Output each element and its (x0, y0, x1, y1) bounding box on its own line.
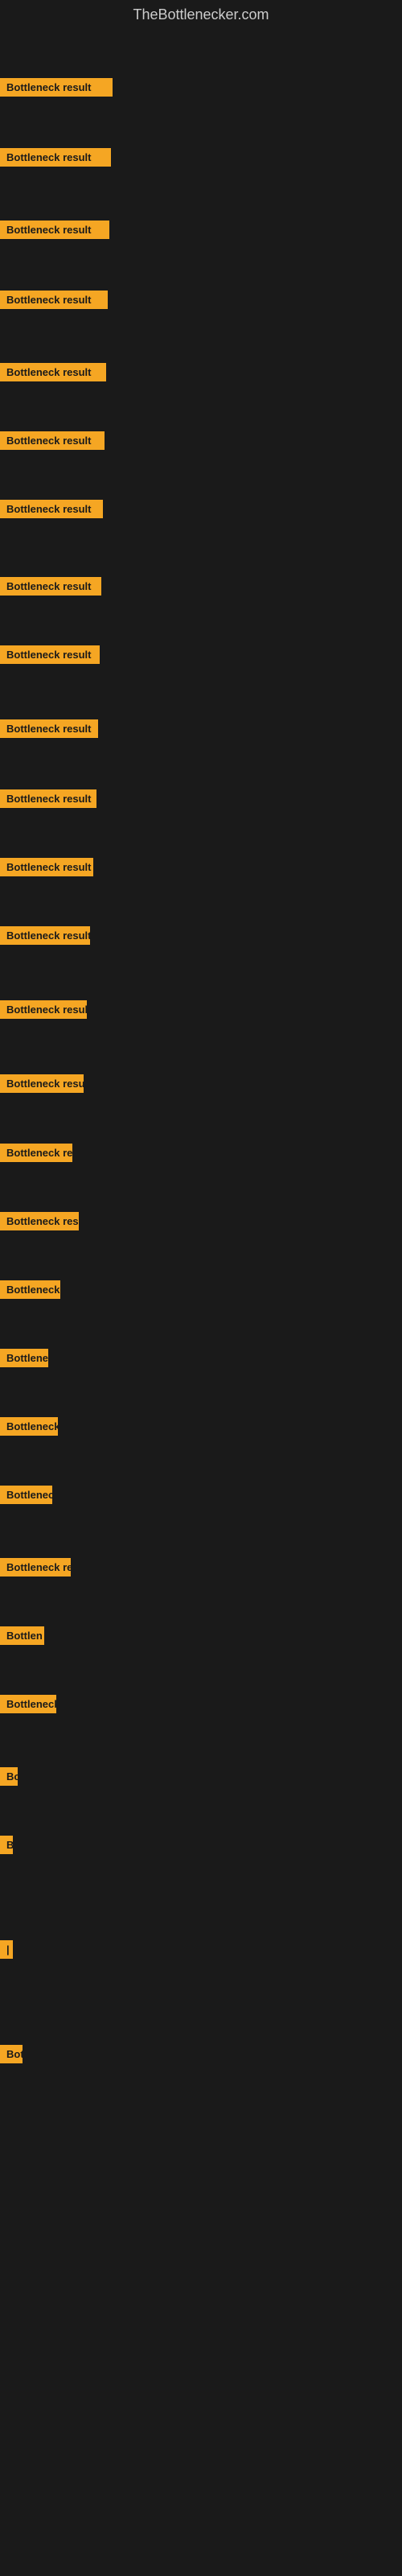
bottleneck-item-19: Bottlene (0, 1349, 48, 1371)
bottleneck-item-2: Bottleneck result (0, 148, 111, 171)
bottleneck-item-14: Bottleneck result (0, 1000, 87, 1023)
bottleneck-label-24: Bottleneck (0, 1695, 56, 1713)
bottleneck-item-5: Bottleneck result (0, 363, 106, 385)
bottleneck-label-3: Bottleneck result (0, 221, 109, 239)
bottleneck-label-17: Bottleneck resul (0, 1212, 79, 1230)
bottleneck-label-12: Bottleneck result (0, 858, 93, 876)
site-title: TheBottlenecker.com (0, 0, 402, 33)
bottleneck-item-13: Bottleneck result (0, 926, 90, 949)
bottleneck-item-11: Bottleneck result (0, 789, 96, 812)
bottleneck-label-1: Bottleneck result (0, 78, 113, 97)
bottleneck-label-15: Bottleneck result (0, 1074, 84, 1093)
bottleneck-label-2: Bottleneck result (0, 148, 111, 167)
bottleneck-item-26: B (0, 1836, 13, 1858)
bottleneck-label-19: Bottlene (0, 1349, 48, 1367)
bottleneck-item-12: Bottleneck result (0, 858, 93, 880)
bottleneck-item-15: Bottleneck result (0, 1074, 84, 1097)
bottleneck-item-1: Bottleneck result (0, 78, 113, 101)
bottleneck-item-24: Bottleneck (0, 1695, 56, 1717)
bottleneck-item-7: Bottleneck result (0, 500, 103, 522)
bottleneck-label-10: Bottleneck result (0, 719, 98, 738)
bottleneck-label-13: Bottleneck result (0, 926, 90, 945)
bottleneck-item-23: Bottlen (0, 1626, 44, 1649)
bottleneck-label-7: Bottleneck result (0, 500, 103, 518)
bottleneck-label-23: Bottlen (0, 1626, 44, 1645)
bottleneck-label-9: Bottleneck result (0, 645, 100, 664)
bottleneck-label-18: Bottleneck (0, 1280, 60, 1299)
bottleneck-label-16: Bottleneck re (0, 1144, 72, 1162)
bottleneck-label-5: Bottleneck result (0, 363, 106, 381)
bottleneck-item-16: Bottleneck re (0, 1144, 72, 1166)
bottleneck-item-28: Bot (0, 2045, 23, 2067)
bottleneck-label-27: | (0, 1940, 13, 1959)
bottleneck-item-6: Bottleneck result (0, 431, 105, 454)
bottleneck-item-9: Bottleneck result (0, 645, 100, 668)
bottleneck-item-25: Bo (0, 1767, 18, 1790)
bottleneck-label-6: Bottleneck result (0, 431, 105, 450)
bottleneck-item-4: Bottleneck result (0, 291, 108, 313)
bottleneck-label-21: Bottlenec (0, 1486, 52, 1504)
bottleneck-item-20: Bottleneck (0, 1417, 58, 1440)
bottleneck-label-11: Bottleneck result (0, 789, 96, 808)
bottleneck-item-22: Bottleneck re (0, 1558, 71, 1581)
bottleneck-label-25: Bo (0, 1767, 18, 1786)
bottleneck-item-18: Bottleneck (0, 1280, 60, 1303)
bottleneck-label-28: Bot (0, 2045, 23, 2063)
bottleneck-item-17: Bottleneck resul (0, 1212, 79, 1234)
bottleneck-label-20: Bottleneck (0, 1417, 58, 1436)
bottleneck-label-22: Bottleneck re (0, 1558, 71, 1577)
bottleneck-item-10: Bottleneck result (0, 719, 98, 742)
bottleneck-item-27: | (0, 1940, 13, 1963)
bottleneck-label-8: Bottleneck result (0, 577, 101, 596)
bottleneck-item-8: Bottleneck result (0, 577, 101, 600)
bottleneck-label-26: B (0, 1836, 13, 1854)
bottleneck-label-4: Bottleneck result (0, 291, 108, 309)
bottleneck-item-3: Bottleneck result (0, 221, 109, 243)
bottleneck-item-21: Bottlenec (0, 1486, 52, 1508)
bottleneck-label-14: Bottleneck result (0, 1000, 87, 1019)
